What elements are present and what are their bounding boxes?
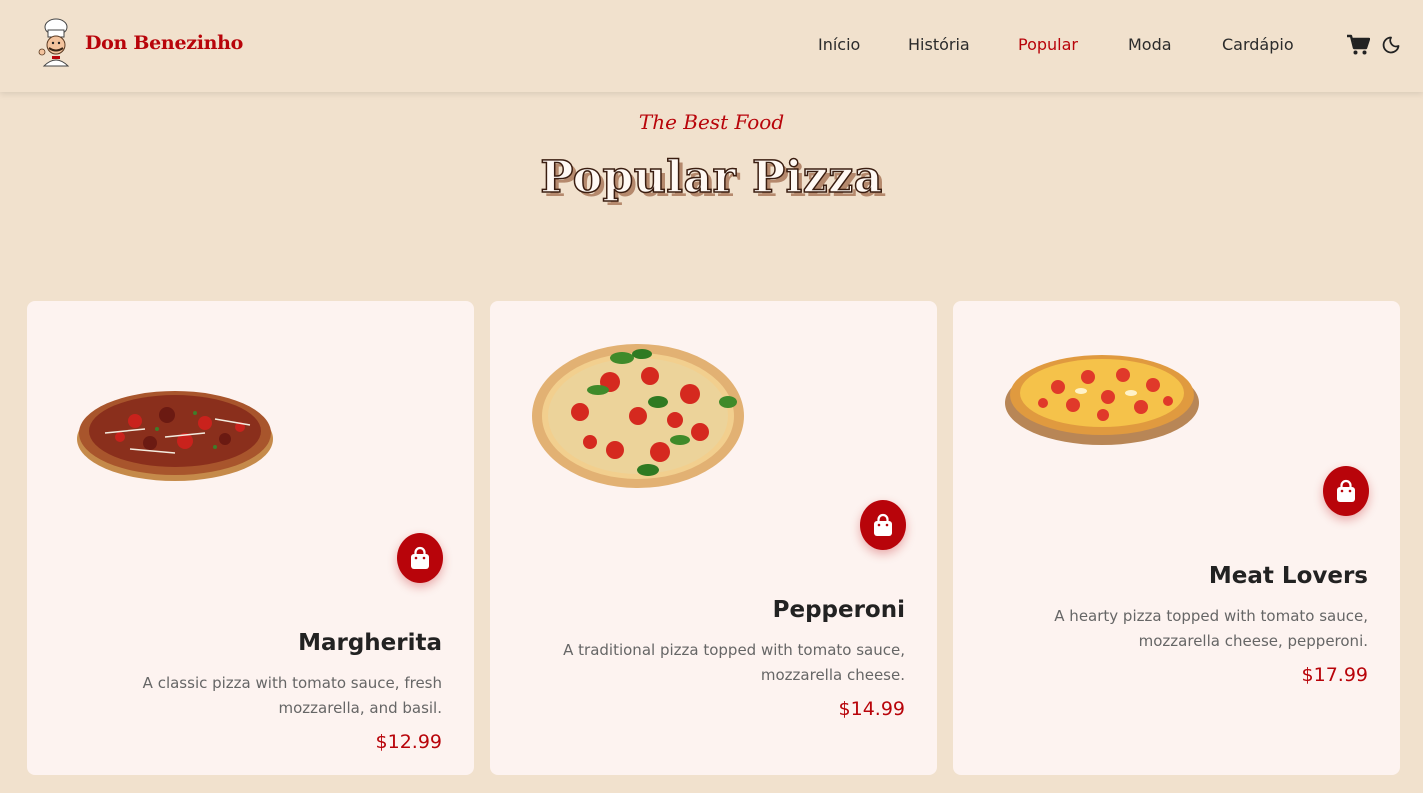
pizza-name: Pepperoni bbox=[772, 597, 905, 623]
shopping-bag-icon bbox=[874, 513, 892, 536]
page-title: Popular Pizza bbox=[539, 151, 883, 204]
pizza-description: A classic pizza with tomato sauce, fresh… bbox=[142, 674, 442, 717]
pizza-price: $14.99 bbox=[838, 698, 905, 720]
pizza-description: A traditional pizza topped with tomato s… bbox=[563, 641, 905, 684]
pizza-image bbox=[1005, 355, 1199, 445]
add-to-cart-button[interactable] bbox=[397, 533, 443, 583]
pizza-image bbox=[532, 344, 744, 488]
site-header: Don Benezinho Início História Popular Mo… bbox=[0, 0, 1423, 92]
add-to-cart-button[interactable] bbox=[860, 500, 906, 550]
hero-subtitle: The Best Food bbox=[638, 110, 785, 134]
nav-item-historia[interactable]: História bbox=[908, 35, 970, 54]
pizza-card: Margherita A classic pizza with tomato s… bbox=[27, 301, 474, 775]
nav-item-moda[interactable]: Moda bbox=[1128, 35, 1172, 54]
pizza-card: Pepperoni A traditional pizza topped wit… bbox=[490, 301, 937, 775]
pizza-description: A hearty pizza topped with tomato sauce,… bbox=[1054, 607, 1368, 650]
moon-icon[interactable] bbox=[1382, 36, 1400, 54]
nav-item-inicio[interactable]: Início bbox=[818, 35, 860, 54]
add-to-cart-button[interactable] bbox=[1323, 466, 1369, 516]
nav-item-cardapio[interactable]: Cardápio bbox=[1222, 35, 1294, 54]
pizza-name: Meat Lovers bbox=[1208, 563, 1368, 589]
shopping-bag-icon bbox=[1337, 479, 1355, 502]
cart-icon[interactable] bbox=[1346, 34, 1370, 56]
nav-item-popular[interactable]: Popular bbox=[1018, 35, 1078, 54]
shopping-bag-icon bbox=[411, 546, 429, 569]
pizza-price: $17.99 bbox=[1301, 664, 1368, 686]
main-nav: Início História Popular Moda Cardápio bbox=[0, 35, 1423, 55]
pizza-price: $12.99 bbox=[375, 731, 442, 753]
pizza-card: Meat Lovers A hearty pizza topped with t… bbox=[953, 301, 1400, 775]
pizza-name: Margherita bbox=[298, 630, 442, 656]
pizza-image bbox=[77, 391, 273, 481]
